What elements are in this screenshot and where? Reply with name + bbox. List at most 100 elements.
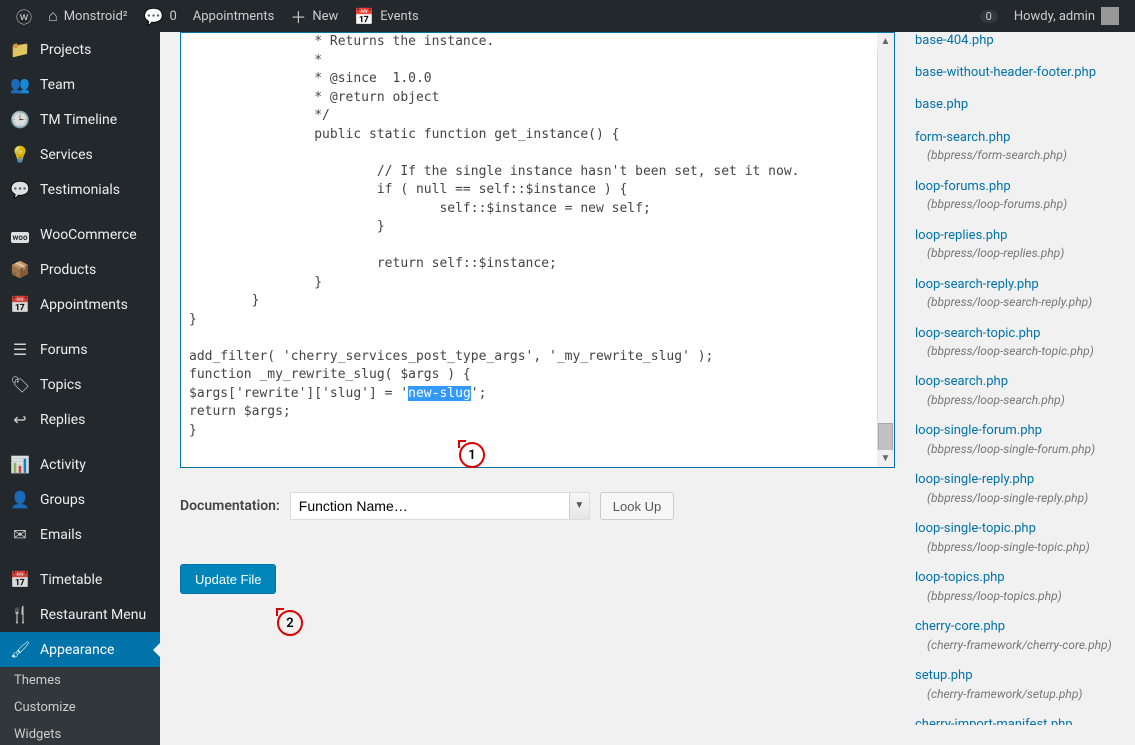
notif-count: 0 — [980, 10, 998, 23]
sidebar-item-woocommerce[interactable]: wooWooCommerce — [0, 217, 160, 252]
file-link[interactable]: loop-topics.php — [915, 570, 1005, 585]
file-link[interactable]: loop-search-topic.php — [915, 326, 1040, 341]
menu-icon: 👤 — [10, 490, 30, 509]
admin-topbar: ⓦ ⌂Monstroid² 💬0 Appointments ＋New 📅Even… — [0, 0, 1135, 32]
sidebar-item-team[interactable]: 👥Team — [0, 67, 160, 102]
menu-icon: 🕒 — [10, 110, 30, 129]
code-selection: new-slug — [408, 386, 471, 401]
file-path: (bbpress/loop-single-topic.php) — [915, 539, 1115, 556]
site-name: Monstroid² — [64, 9, 128, 24]
account-link[interactable]: Howdy, admin — [1006, 0, 1127, 32]
file-link[interactable]: base-404.php — [915, 33, 994, 48]
file-path: (bbpress/loop-forums.php) — [915, 196, 1115, 213]
wordpress-icon: ⓦ — [16, 4, 32, 28]
file-path: (cherry-framework/setup.php) — [915, 686, 1115, 703]
scroll-thumb[interactable] — [878, 423, 893, 453]
file-item: setup.php (cherry-framework/setup.php) — [915, 667, 1115, 702]
file-link[interactable]: loop-forums.php — [915, 179, 1011, 194]
wp-logo[interactable]: ⓦ — [8, 0, 40, 32]
file-link[interactable]: loop-replies.php — [915, 228, 1007, 243]
sidebar-item-forums[interactable]: ☰Forums — [0, 332, 160, 367]
sidebar-item-restaurant-menu[interactable]: 🍴Restaurant Menu — [0, 597, 160, 632]
menu-icon: 📅 — [10, 570, 30, 589]
file-link[interactable]: loop-search.php — [915, 374, 1008, 389]
update-file-button[interactable]: Update File — [180, 564, 276, 594]
appointments-link[interactable]: Appointments — [185, 0, 283, 32]
plus-icon: ＋ — [290, 4, 306, 28]
submenu-item-customize[interactable]: Customize — [0, 694, 160, 721]
function-select[interactable]: Function Name… — [290, 492, 590, 520]
scroll-down-icon[interactable]: ▼ — [877, 450, 894, 467]
menu-icon: 💡 — [10, 145, 30, 164]
file-item: cherry-import-manifest.php — [915, 716, 1115, 725]
sidebar-item-topics[interactable]: 🏷Topics — [0, 367, 160, 402]
sidebar-item-timetable[interactable]: 📅Timetable — [0, 562, 160, 597]
notifications[interactable]: 0 — [972, 0, 1006, 32]
menu-icon: ✉ — [10, 525, 30, 544]
file-path: (bbpress/loop-single-reply.php) — [915, 490, 1115, 507]
sidebar-item-emails[interactable]: ✉Emails — [0, 517, 160, 552]
file-item: loop-search-topic.php(bbpress/loop-searc… — [915, 325, 1115, 360]
submenu-item-widgets[interactable]: Widgets — [0, 721, 160, 745]
file-path: (bbpress/loop-single-forum.php) — [915, 441, 1115, 458]
file-item: loop-topics.php (bbpress/loop-topics.php) — [915, 569, 1115, 604]
file-path: (bbpress/form-search.php) — [915, 147, 1115, 164]
scrollbar[interactable]: ▲ ▼ — [877, 33, 894, 467]
sidebar-item-replies[interactable]: ↩Replies — [0, 402, 160, 437]
file-link[interactable]: base.php — [915, 97, 968, 112]
file-path: (bbpress/loop-topics.php) — [915, 588, 1115, 605]
file-item: loop-forums.php (bbpress/loop-forums.php) — [915, 178, 1115, 213]
sidebar-item-groups[interactable]: 👤Groups — [0, 482, 160, 517]
menu-icon: 🍴 — [10, 605, 30, 624]
file-item: base-404.php — [915, 32, 1115, 50]
file-link[interactable]: cherry-import-manifest.php — [915, 717, 1073, 725]
submenu-item-themes[interactable]: Themes — [0, 667, 160, 694]
home-icon: ⌂ — [48, 6, 58, 26]
lookup-button[interactable]: Look Up — [600, 492, 674, 520]
sidebar-item-appointments[interactable]: 📅Appointments — [0, 287, 160, 322]
file-item: loop-single-forum.php (bbpress/loop-singl… — [915, 422, 1115, 457]
site-name-link[interactable]: ⌂ Monstroid² — [40, 0, 136, 32]
admin-sidebar: 📁Projects👥Team🕒TM Timeline💡Services💬Test… — [0, 32, 160, 745]
menu-icon: woo — [10, 225, 30, 244]
menu-icon: 💬 — [10, 180, 30, 199]
calendar-icon: 📅 — [354, 7, 374, 26]
sidebar-item-testimonials[interactable]: 💬Testimonials — [0, 172, 160, 207]
brush-icon: 🖌 — [10, 640, 30, 659]
comments-link[interactable]: 💬0 — [136, 0, 185, 32]
file-item: loop-replies.php(bbpress/loop-replies.ph… — [915, 227, 1115, 262]
menu-icon: 📅 — [10, 295, 30, 314]
file-item: loop-search.php (bbpress/loop-search.php) — [915, 373, 1115, 408]
file-item: base-without-header-footer.php — [915, 64, 1115, 82]
file-link[interactable]: loop-single-forum.php — [915, 423, 1042, 438]
new-link[interactable]: ＋New — [282, 0, 346, 32]
avatar — [1101, 7, 1119, 25]
comments-count: 0 — [169, 9, 176, 24]
file-link[interactable]: form-search.php — [915, 130, 1010, 145]
file-item: loop-single-reply.php (bbpress/loop-singl… — [915, 471, 1115, 506]
file-path: (bbpress/loop-search.php) — [915, 392, 1115, 409]
sidebar-item-projects[interactable]: 📁Projects — [0, 32, 160, 67]
file-link[interactable]: cherry-core.php — [915, 619, 1005, 634]
code-editor[interactable]: * Returns the instance. * * @since 1.0.0… — [180, 32, 895, 468]
file-link[interactable]: base-without-header-footer.php — [915, 65, 1096, 80]
doc-label: Documentation: — [180, 498, 280, 514]
events-link[interactable]: 📅Events — [346, 0, 426, 32]
menu-icon: 📦 — [10, 260, 30, 279]
sidebar-item-products[interactable]: 📦Products — [0, 252, 160, 287]
sidebar-item-activity[interactable]: 📊Activity — [0, 447, 160, 482]
comment-icon: 💬 — [144, 7, 164, 26]
sidebar-label: Appearance — [40, 642, 114, 658]
file-link[interactable]: loop-single-reply.php — [915, 472, 1034, 487]
menu-icon: 📁 — [10, 40, 30, 59]
sidebar-item-appearance[interactable]: 🖌 Appearance — [0, 632, 160, 667]
menu-icon: ☰ — [10, 340, 30, 359]
file-item: cherry-core.php(cherry-framework/cherry-… — [915, 618, 1115, 653]
file-item: loop-single-topic.php (bbpress/loop-singl… — [915, 520, 1115, 555]
file-link[interactable]: loop-single-topic.php — [915, 521, 1036, 536]
file-link[interactable]: loop-search-reply.php — [915, 277, 1039, 292]
sidebar-item-tm-timeline[interactable]: 🕒TM Timeline — [0, 102, 160, 137]
sidebar-item-services[interactable]: 💡Services — [0, 137, 160, 172]
file-link[interactable]: setup.php — [915, 668, 973, 683]
scroll-up-icon[interactable]: ▲ — [877, 33, 894, 50]
